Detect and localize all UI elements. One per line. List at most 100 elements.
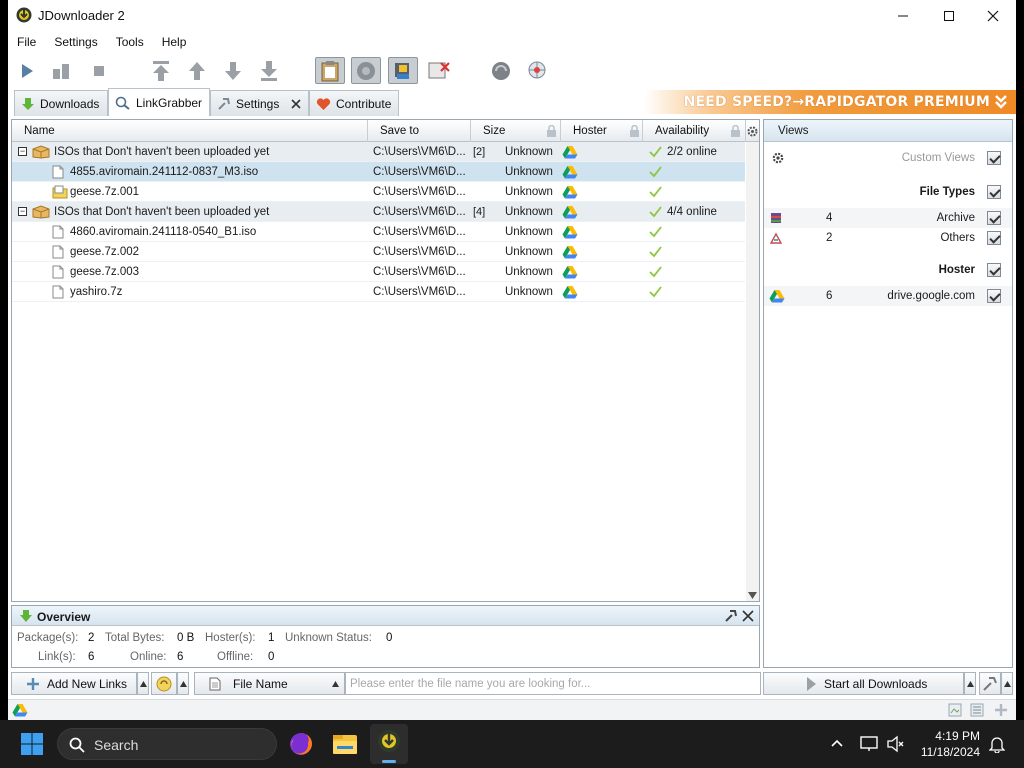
arrow-up-small-icon [139,680,147,687]
views-panel: Views Custom Views File Types 4 Archive … [763,119,1013,668]
online-check-icon [649,186,662,198]
close-tab-icon[interactable] [290,98,302,110]
show-hidden-icons-chevron-icon[interactable] [831,739,843,747]
views-header: Views [764,120,1012,142]
column-settings-gear-icon[interactable] [747,126,758,137]
archive-filter-row[interactable]: 4 Archive [764,208,1012,228]
file-explorer-icon[interactable] [332,732,358,756]
hoster-filter-row[interactable]: 6 drive.google.com [764,286,1012,306]
taskbar-date[interactable]: 11/18/2024 [921,745,980,759]
update-button[interactable] [522,57,552,84]
minimize-icon [898,15,908,16]
add-links-menu-button[interactable] [137,672,149,695]
link-row[interactable]: geese.7z.003 C:\Users\VM6\D... Unknown [12,262,745,282]
others-checkbox[interactable] [987,231,1001,245]
file-search-input[interactable] [345,672,761,695]
bottom-settings-menu-button[interactable] [1001,672,1013,695]
google-drive-status-icon[interactable] [12,703,28,717]
promo-banner[interactable]: NEED SPEED?→RAPIDGATOR PREMIUM [644,90,1016,114]
silent-mode-toggle[interactable] [424,57,454,84]
hoster-drive-checkbox[interactable] [987,289,1001,303]
clipboard-observer-toggle[interactable] [315,57,345,84]
premium-toggle[interactable] [388,57,418,84]
clear-list-button[interactable] [151,672,177,695]
auto-reconnect-toggle[interactable] [351,57,381,84]
taskbar-search-box[interactable]: Search [57,728,277,760]
bottom-settings-button[interactable] [979,672,1001,695]
jdownloader-taskbar-button[interactable] [370,724,408,764]
search-icon [69,737,85,753]
minimize-button[interactable] [880,0,926,31]
no-popups-icon [428,61,450,78]
tab-downloads[interactable]: Downloads [14,90,108,116]
status-image-icon[interactable] [948,703,962,717]
save-to-path: C:\Users\VM6\D... [373,206,466,218]
taskbar-time[interactable]: 4:19 PM [935,729,980,743]
custom-views-gear-icon[interactable] [772,152,784,164]
package-row[interactable]: − ISOs that Don't haven't been uploaded y… [12,202,745,222]
link-row[interactable]: 4855.aviromain.241112-0837_M3.iso C:\User… [12,162,745,182]
overview-panel: Overview Package(s): 2 Total Bytes: 0 B … [11,605,760,668]
clear-list-menu-button[interactable] [177,672,189,695]
windows-start-icon[interactable] [20,732,44,756]
overview-arrow-icon [20,610,32,622]
archive-label: Archive [936,212,975,224]
move-up-button[interactable] [182,57,212,84]
menu-tools[interactable]: Tools [107,31,153,53]
file-size: Unknown [505,166,553,178]
link-row[interactable]: geese.7z.002 C:\Users\VM6\D... Unknown [12,242,745,262]
hoster-checkbox[interactable] [987,263,1001,277]
others-filter-row[interactable]: 2 Others [764,228,1012,248]
archive-checkbox[interactable] [987,211,1001,225]
custom-views-checkbox[interactable] [987,151,1001,165]
custom-views-label: Custom Views [901,152,975,164]
online-check-icon [649,166,662,178]
scroll-down-arrow-icon[interactable] [748,592,757,599]
column-header-save-to[interactable]: Save to [368,120,471,142]
link-row[interactable]: geese.7z.001 C:\Users\VM6\D... Unknown [12,182,745,202]
stop-downloads-button[interactable] [84,57,114,84]
maximize-button[interactable] [926,0,972,31]
status-list-icon[interactable] [970,703,984,717]
start-downloads-button[interactable] [12,57,42,84]
add-new-links-button[interactable]: Add New Links [11,672,137,695]
status-add-icon[interactable] [994,703,1008,717]
start-all-downloads-button[interactable]: Start all Downloads [763,672,964,695]
notification-bell-icon[interactable] [989,735,1005,753]
menu-bar: File Settings Tools Help [8,31,1016,53]
volume-muted-icon[interactable] [886,735,904,753]
pause-downloads-button[interactable] [46,57,76,84]
package-name: ISOs that Don't haven't been uploaded ye… [54,146,270,158]
tab-settings[interactable]: Settings [210,90,309,116]
move-to-top-button[interactable] [146,57,176,84]
tab-bar: Downloads LinkGrabber Settings Contribut… [8,88,1016,116]
reconnect-button[interactable] [486,57,516,84]
move-to-bottom-button[interactable] [254,57,284,84]
start-all-menu-button[interactable] [964,672,976,695]
tab-contribute[interactable]: Contribute [309,90,399,116]
tab-linkgrabber[interactable]: LinkGrabber [108,88,210,116]
heart-icon [316,97,331,110]
link-row[interactable]: 4860.aviromain.241118-0540_B1.iso C:\User… [12,222,745,242]
network-icon[interactable] [860,736,878,752]
package-row[interactable]: − ISOs that Don't haven't been uploaded y… [12,142,745,162]
search-field-selector[interactable]: File Name [194,672,345,695]
firefox-icon[interactable] [288,731,314,757]
file-types-checkbox[interactable] [987,185,1001,199]
hosters-value: 1 [268,632,275,644]
menu-help[interactable]: Help [153,31,196,53]
vertical-scrollbar[interactable] [746,142,759,601]
collapse-package-toggle[interactable]: − [18,147,27,156]
menu-file[interactable]: File [8,31,45,53]
overview-settings-wrench-icon[interactable] [725,610,737,622]
link-row[interactable]: yashiro.7z C:\Users\VM6\D... Unknown [12,282,745,302]
reconnect-icon [357,61,375,80]
link-file-name: 4855.aviromain.241112-0837_M3.iso [70,166,259,178]
overview-close-icon[interactable] [742,610,754,622]
close-window-button[interactable] [970,0,1016,31]
column-header-name[interactable]: Name [12,120,368,142]
collapse-package-toggle[interactable]: − [18,207,27,216]
menu-settings[interactable]: Settings [45,31,106,53]
links-label: Link(s): [38,651,76,663]
move-down-button[interactable] [218,57,248,84]
